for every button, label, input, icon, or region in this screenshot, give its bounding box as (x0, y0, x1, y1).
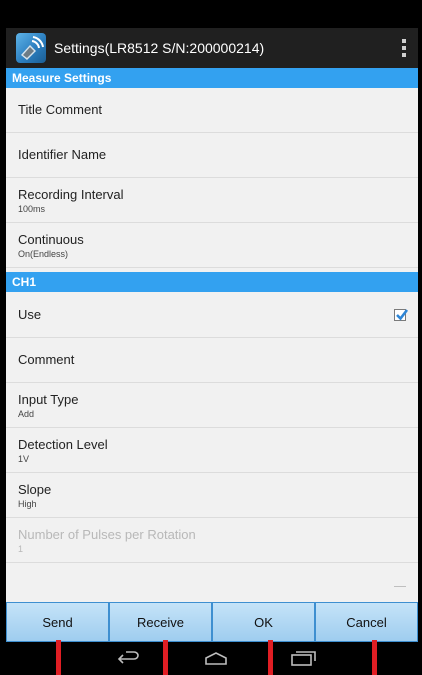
setting-slope[interactable]: Slope High (6, 473, 418, 518)
scroll-indicator (394, 586, 406, 587)
setting-use[interactable]: Use (6, 293, 418, 338)
setting-label: Title Comment (18, 102, 103, 117)
checkmark-icon (396, 309, 409, 321)
ok-button[interactable]: OK (212, 602, 315, 642)
setting-value: Add (18, 409, 35, 419)
send-button[interactable]: Send (6, 602, 109, 642)
logger-app-icon[interactable] (16, 33, 46, 63)
recent-apps-icon[interactable] (289, 650, 317, 666)
setting-label: Input Type (18, 392, 79, 407)
setting-value: On(Endless) (18, 249, 69, 259)
page-title: Settings(LR8512 S/N:200000214) (54, 40, 265, 56)
section-header-measure-settings: Measure Settings (6, 68, 418, 88)
setting-label: Recording Interval (18, 187, 124, 202)
button-bar: Send Receive OK Cancel (6, 602, 418, 642)
setting-value: 1 (18, 544, 24, 554)
use-checkbox[interactable] (394, 309, 409, 321)
setting-identifier-name[interactable]: Identifier Name (6, 133, 418, 178)
setting-value: 1V (18, 454, 30, 464)
annotation-marker (163, 640, 168, 675)
setting-label: Slope (18, 482, 52, 497)
annotation-marker (372, 640, 377, 675)
cancel-button[interactable]: Cancel (315, 602, 418, 642)
action-bar: Settings(LR8512 S/N:200000214) (6, 28, 418, 68)
system-navigation-bar (0, 642, 422, 675)
receive-button[interactable]: Receive (109, 602, 212, 642)
setting-label: Use (18, 307, 42, 322)
setting-label: Identifier Name (18, 147, 107, 162)
setting-label: Comment (18, 352, 75, 367)
setting-continuous[interactable]: Continuous On(Endless) (6, 223, 418, 268)
device-screen: Settings(LR8512 S/N:200000214) Measure S… (0, 0, 422, 675)
setting-pulses-per-rotation: Number of Pulses per Rotation 1 (6, 518, 418, 563)
setting-value: High (18, 499, 37, 509)
setting-label: Detection Level (18, 437, 108, 452)
setting-detection-level[interactable]: Detection Level 1V (6, 428, 418, 473)
setting-recording-interval[interactable]: Recording Interval 100ms (6, 178, 418, 223)
back-icon[interactable] (116, 650, 142, 666)
setting-title-comment[interactable]: Title Comment (6, 88, 418, 133)
home-icon[interactable] (203, 650, 229, 666)
annotation-marker (268, 640, 273, 675)
setting-input-type[interactable]: Input Type Add (6, 383, 418, 428)
overflow-menu-icon[interactable] (402, 39, 406, 57)
section-header-ch1: CH1 (6, 272, 418, 292)
setting-value: 100ms (18, 204, 46, 214)
settings-app: Settings(LR8512 S/N:200000214) Measure S… (6, 28, 418, 642)
setting-label: Number of Pulses per Rotation (18, 527, 196, 542)
setting-label: Continuous (18, 232, 84, 247)
annotation-marker (56, 640, 61, 675)
setting-comment[interactable]: Comment (6, 338, 418, 383)
